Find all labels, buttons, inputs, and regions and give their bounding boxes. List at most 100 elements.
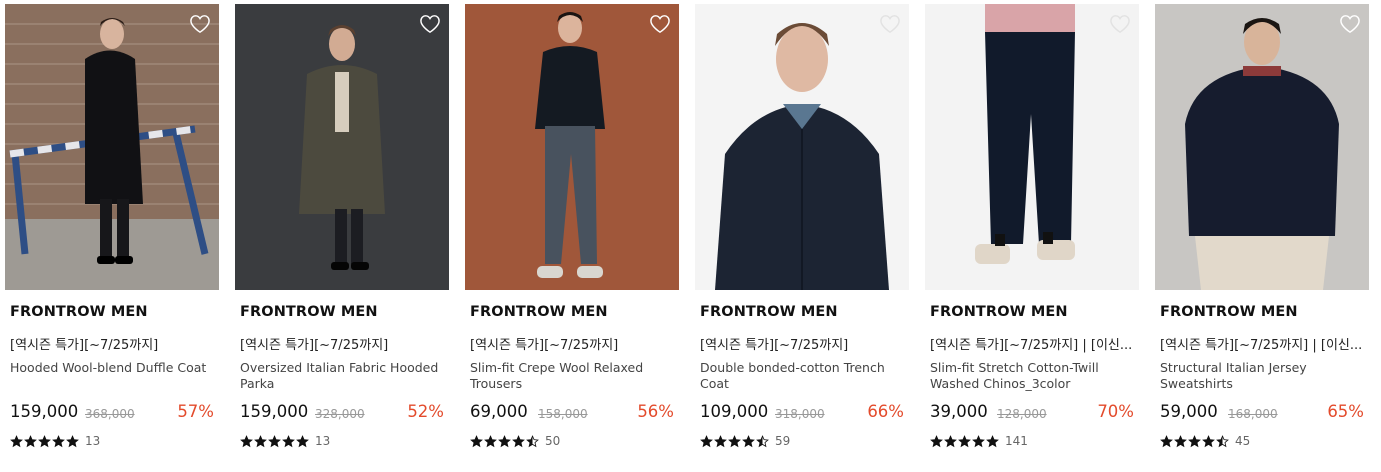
rating: 13 (10, 433, 100, 449)
star-icon (1160, 434, 1173, 447)
price-row: 159,000 368,000 57% (10, 402, 214, 426)
original-price: 158,000 (538, 407, 588, 421)
brand-name[interactable]: FRONTROW MEN (10, 304, 148, 320)
product-image[interactable] (465, 4, 679, 290)
product-card[interactable]: FRONTROW MEN [역시즌 특가][~7/25까지] Slim-fit … (465, 0, 679, 472)
rating: 141 (930, 433, 1028, 449)
product-title[interactable]: Double bonded-cotton Trench Coat (700, 360, 906, 392)
review-count: 141 (1005, 434, 1028, 448)
star-icon (1202, 434, 1215, 447)
product-image[interactable] (235, 4, 449, 290)
original-price: 318,000 (775, 407, 825, 421)
product-title[interactable]: Slim-fit Crepe Wool Relaxed Trousers (470, 360, 676, 392)
product-card[interactable]: FRONTROW MEN [역시즌 특가][~7/25까지] | [이신... … (1155, 0, 1369, 472)
star-icon (38, 434, 51, 447)
star-icon (240, 434, 253, 447)
promo-label: [역시즌 특가][~7/25까지] (470, 338, 619, 353)
discount-rate: 66% (867, 402, 904, 421)
heart-outline-icon[interactable] (1109, 14, 1131, 34)
star-icon (986, 434, 999, 447)
star-icon (484, 434, 497, 447)
star-icon (958, 434, 971, 447)
product-title[interactable]: Oversized Italian Fabric Hooded Parka (240, 360, 446, 392)
brand-name[interactable]: FRONTROW MEN (930, 304, 1068, 320)
star-icon (1188, 434, 1201, 447)
product-title[interactable]: Slim-fit Stretch Cotton-Twill Washed Chi… (930, 360, 1136, 392)
product-image[interactable] (5, 4, 219, 290)
star-rating (10, 434, 79, 448)
star-icon (282, 434, 295, 447)
price-row: 159,000 328,000 52% (240, 402, 444, 426)
star-icon (972, 434, 985, 447)
rating: 50 (470, 433, 560, 449)
star-icon (700, 434, 713, 447)
product-image[interactable] (925, 4, 1139, 290)
product-image[interactable] (1155, 4, 1369, 290)
sale-price: 109,000 (700, 402, 769, 421)
product-card[interactable]: FRONTROW MEN [역시즌 특가][~7/25까지] Oversized… (235, 0, 449, 472)
price-row: 69,000 158,000 56% (470, 402, 674, 426)
star-icon (944, 434, 957, 447)
review-count: 13 (85, 434, 101, 448)
star-icon (512, 434, 525, 447)
heart-outline-icon[interactable] (189, 14, 211, 34)
heart-outline-icon[interactable] (419, 14, 441, 34)
rating: 45 (1160, 433, 1250, 449)
price-row: 109,000 318,000 66% (700, 402, 904, 426)
discount-rate: 65% (1327, 402, 1364, 421)
brand-name[interactable]: FRONTROW MEN (470, 304, 608, 320)
star-icon (714, 434, 727, 447)
discount-rate: 57% (177, 402, 214, 421)
star-icon (470, 434, 483, 447)
sale-price: 159,000 (240, 402, 309, 421)
product-card[interactable]: FRONTROW MEN [역시즌 특가][~7/25까지] | [이신... … (925, 0, 1139, 472)
promo-label: [역시즌 특가][~7/25까지] | [이신... (1160, 338, 1363, 353)
product-image[interactable] (695, 4, 909, 290)
rating: 59 (700, 433, 790, 449)
sale-price: 39,000 (930, 402, 988, 421)
promo-label: [역시즌 특가][~7/25까지] | [이신... (930, 338, 1133, 353)
star-icon (756, 434, 769, 447)
brand-name[interactable]: FRONTROW MEN (700, 304, 838, 320)
star-icon (254, 434, 267, 447)
sale-price: 69,000 (470, 402, 528, 421)
product-title[interactable]: Hooded Wool-blend Duffle Coat (10, 360, 216, 376)
heart-outline-icon[interactable] (879, 14, 901, 34)
discount-rate: 52% (407, 402, 444, 421)
brand-name[interactable]: FRONTROW MEN (240, 304, 378, 320)
heart-outline-icon[interactable] (649, 14, 671, 34)
original-price: 168,000 (1228, 407, 1278, 421)
product-grid: FRONTROW MEN [역시즌 특가][~7/25까지] Hooded Wo… (0, 0, 1381, 472)
product-title[interactable]: Structural Italian Jersey Sweatshirts (1160, 360, 1366, 392)
star-rating (930, 434, 999, 448)
promo-label: [역시즌 특가][~7/25까지] (700, 338, 849, 353)
star-icon (930, 434, 943, 447)
star-icon (52, 434, 65, 447)
brand-name[interactable]: FRONTROW MEN (1160, 304, 1298, 320)
star-icon (1174, 434, 1187, 447)
star-icon (728, 434, 741, 447)
star-icon (268, 434, 281, 447)
promo-label: [역시즌 특가][~7/25까지] (240, 338, 389, 353)
star-rating (1160, 434, 1229, 448)
review-count: 45 (1235, 434, 1251, 448)
star-icon (742, 434, 755, 447)
product-card[interactable]: FRONTROW MEN [역시즌 특가][~7/25까지] Hooded Wo… (5, 0, 219, 472)
price-row: 59,000 168,000 65% (1160, 402, 1364, 426)
star-rating (470, 434, 539, 448)
review-count: 13 (315, 434, 331, 448)
original-price: 368,000 (85, 407, 135, 421)
star-icon (296, 434, 309, 447)
star-icon (10, 434, 23, 447)
star-icon (1216, 434, 1229, 447)
original-price: 128,000 (997, 407, 1047, 421)
review-count: 50 (545, 434, 561, 448)
sale-price: 59,000 (1160, 402, 1218, 421)
star-icon (498, 434, 511, 447)
discount-rate: 56% (637, 402, 674, 421)
review-count: 59 (775, 434, 791, 448)
heart-outline-icon[interactable] (1339, 14, 1361, 34)
product-card[interactable]: FRONTROW MEN [역시즌 특가][~7/25까지] Double bo… (695, 0, 909, 472)
star-icon (526, 434, 539, 447)
discount-rate: 70% (1097, 402, 1134, 421)
